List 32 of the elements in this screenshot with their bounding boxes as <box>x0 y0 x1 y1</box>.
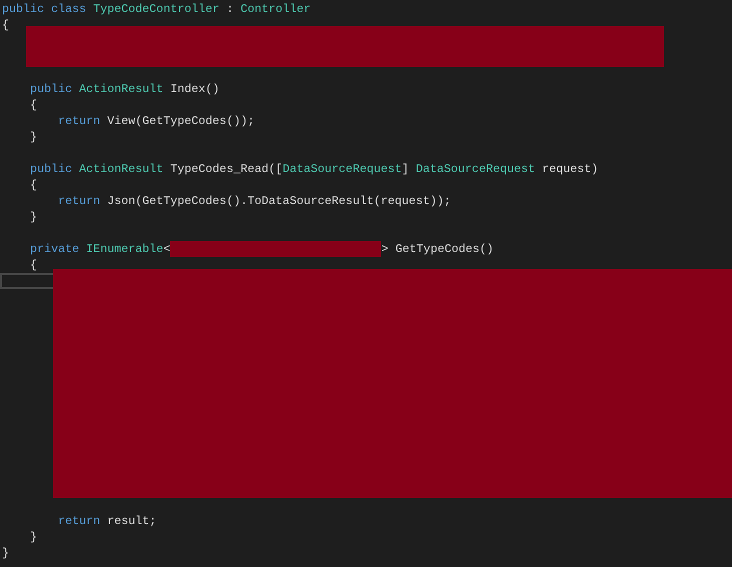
code-token: public class <box>2 2 88 16</box>
code-token: TypeCodeController <box>93 2 220 16</box>
code-token: return <box>57 194 102 208</box>
code-token: { <box>29 258 38 272</box>
code-token: ] <box>402 162 410 176</box>
code-token: } <box>29 530 38 544</box>
code-token: public <box>29 162 74 176</box>
code-token: Controller <box>240 2 311 16</box>
code-token: request) <box>541 162 598 176</box>
code-token: result; <box>107 514 156 528</box>
code-token: private <box>29 242 80 256</box>
code-token: } <box>2 546 10 560</box>
code-token: Json(GetTypeCodes().ToDataSourceResult(request)); <box>107 194 451 208</box>
code-token: } <box>29 130 38 144</box>
code-token: { <box>29 178 38 192</box>
code-token: ActionResult <box>79 162 164 176</box>
code-token: DataSourceRequest <box>282 162 402 176</box>
code-token: > GetTypeCodes() <box>381 242 494 256</box>
code-token: : <box>225 2 234 16</box>
code-token: View(GetTypeCodes()); <box>107 114 255 128</box>
code-token: { <box>29 98 38 112</box>
code-token: ActionResult <box>79 82 164 96</box>
code-token: < <box>163 242 170 256</box>
code-token: return <box>57 114 102 128</box>
code-token: return <box>57 514 102 528</box>
code-token: } <box>29 210 38 224</box>
code-token: public <box>29 82 74 96</box>
code-token: TypeCodes_Read([ <box>169 162 283 176</box>
code-token: Index() <box>169 82 220 96</box>
code-token: IEnumerable <box>86 242 164 256</box>
code-token: { <box>2 18 10 32</box>
code-token: DataSourceRequest <box>416 162 536 176</box>
